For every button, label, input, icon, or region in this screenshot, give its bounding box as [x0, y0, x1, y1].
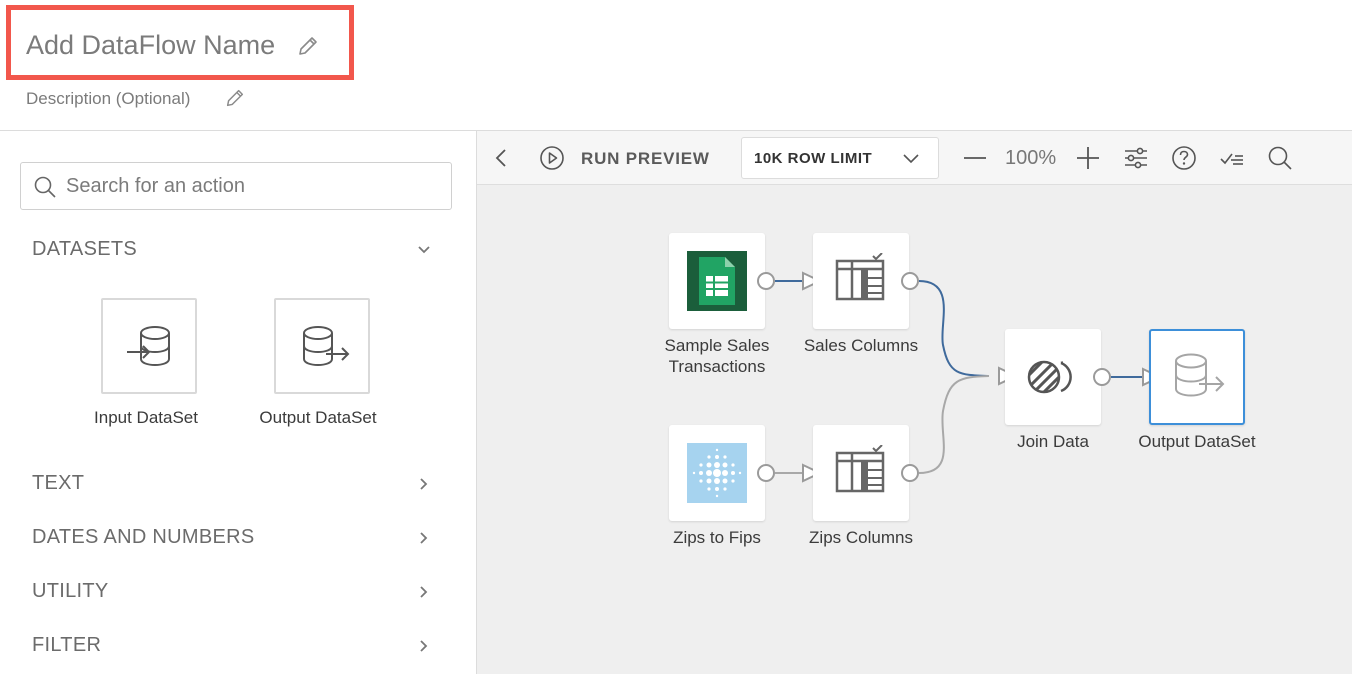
category-datasets[interactable]: DATASETS: [32, 238, 442, 268]
search-canvas-icon[interactable]: [1267, 145, 1293, 171]
node-label-line2: Transactions: [668, 357, 766, 376]
node-label: Zips Columns: [809, 528, 913, 547]
category-dates-and-numbers[interactable]: DATES AND NUMBERS: [32, 526, 442, 556]
help-icon[interactable]: [1171, 145, 1197, 171]
node-join-data[interactable]: [1005, 329, 1101, 425]
join-icon: [1027, 360, 1072, 394]
run-preview-button[interactable]: RUN PREVIEW: [581, 149, 710, 169]
chevron-right-icon: [420, 640, 428, 652]
input-dataset-label: Input DataSet: [94, 408, 198, 427]
search-input[interactable]: [66, 172, 436, 200]
output-port[interactable]: [901, 464, 919, 482]
play-icon[interactable]: [539, 145, 565, 171]
category-label: UTILITY: [32, 580, 109, 602]
node-label: Join Data: [1017, 432, 1089, 451]
output-dataset-icon: [1175, 353, 1225, 397]
connection-lines: [775, 271, 1163, 483]
node-sample-sales-transactions[interactable]: [669, 233, 765, 329]
actions-sidebar: DATASETS Input DataSet Output DataSet: [0, 131, 477, 674]
node-label: Output DataSet: [1138, 432, 1256, 451]
node-sales-columns[interactable]: [813, 233, 909, 329]
action-search-box: [20, 162, 452, 210]
category-filter[interactable]: FILTER: [32, 634, 442, 664]
node-label: Zips to Fips: [673, 528, 761, 547]
category-label: TEXT: [32, 472, 85, 494]
zoom-out-icon[interactable]: [962, 145, 988, 171]
category-label: FILTER: [32, 634, 102, 656]
collapse-sidebar-chevron-left-icon[interactable]: [489, 145, 515, 171]
validate-check-list-icon[interactable]: [1219, 145, 1245, 171]
chevron-right-icon: [420, 586, 428, 598]
output-dataset-icon: [303, 326, 350, 367]
google-sheets-icon: [687, 251, 747, 311]
dataset-dots-icon: [687, 443, 747, 503]
category-text[interactable]: TEXT: [32, 472, 442, 502]
category-label: DATES AND NUMBERS: [32, 526, 255, 548]
node-output-dataset[interactable]: [1149, 329, 1245, 425]
header: Add DataFlow Name Description (Optional): [0, 0, 1352, 131]
node-label: Sales Columns: [803, 336, 919, 355]
dataflow-name[interactable]: Add DataFlow Name: [26, 30, 275, 61]
chevron-down-icon: [903, 154, 919, 164]
output-port[interactable]: [901, 272, 919, 290]
link-sales-columns-to-join: [918, 280, 990, 377]
row-limit-value: 10K ROW LIMIT: [754, 150, 873, 167]
dataflow-editor: Add DataFlow Name Description (Optional)…: [0, 0, 1352, 674]
chevron-right-icon: [420, 532, 428, 544]
select-columns-icon: [835, 445, 885, 493]
zoom-in-icon[interactable]: [1075, 145, 1101, 171]
category-label: DATASETS: [32, 238, 138, 260]
output-port[interactable]: [757, 464, 775, 482]
input-dataset-icon: [127, 326, 170, 367]
node-zips-to-fips[interactable]: [669, 425, 765, 521]
output-dataset-tile[interactable]: [274, 298, 370, 394]
chevron-right-icon: [420, 478, 428, 490]
dataflow-canvas[interactable]: Sample Sales Transactions Sales Columns: [477, 185, 1352, 674]
search-icon: [34, 176, 56, 198]
input-dataset-tile[interactable]: [101, 298, 197, 394]
row-limit-select[interactable]: 10K ROW LIMIT: [741, 137, 939, 179]
dataflow-description[interactable]: Description (Optional): [26, 89, 190, 109]
chevron-down-icon: [418, 246, 430, 254]
settings-sliders-icon[interactable]: [1123, 145, 1149, 171]
zoom-level: 100%: [1005, 147, 1057, 169]
link-zips-columns-to-join: [918, 375, 990, 474]
node-label-line1: Sample Sales: [664, 336, 770, 355]
node-zips-columns[interactable]: [813, 425, 909, 521]
category-utility[interactable]: UTILITY: [32, 580, 442, 610]
edit-description-pencil-icon[interactable]: [224, 87, 246, 109]
edit-title-pencil-icon[interactable]: [296, 34, 320, 58]
output-dataset-label: Output DataSet: [259, 408, 377, 427]
canvas-toolbar: RUN PREVIEW 10K ROW LIMIT 100%: [477, 131, 1352, 185]
select-columns-icon: [835, 253, 885, 301]
output-port[interactable]: [757, 272, 775, 290]
output-port[interactable]: [1093, 368, 1111, 386]
